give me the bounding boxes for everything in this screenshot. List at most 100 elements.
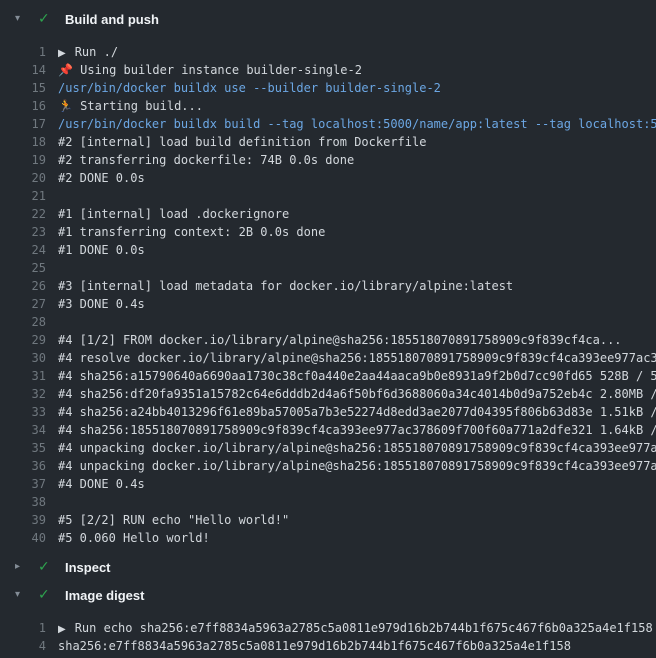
line-number[interactable]: 4 bbox=[0, 637, 46, 655]
line-number[interactable]: 35 bbox=[0, 439, 46, 457]
line-number[interactable]: 32 bbox=[0, 385, 46, 403]
line-number[interactable]: 18 bbox=[0, 133, 46, 151]
line-number[interactable]: 15 bbox=[0, 79, 46, 97]
log-line: 31 #4 sha256:a15790640a6690aa1730c38cf0a… bbox=[0, 367, 656, 385]
success-check-icon: ✓ bbox=[38, 12, 54, 26]
line-number[interactable]: 31 bbox=[0, 367, 46, 385]
line-text: Run ./ bbox=[75, 45, 118, 59]
log-line: 16 🏃 Starting build... bbox=[0, 97, 656, 115]
log-line: 26 #3 [internal] load metadata for docke… bbox=[0, 277, 656, 295]
line-text: ▶ Run ./ bbox=[46, 43, 118, 61]
line-text: #4 resolve docker.io/library/alpine@sha2… bbox=[46, 349, 656, 367]
line-number[interactable]: 39 bbox=[0, 511, 46, 529]
line-text: #3 DONE 0.4s bbox=[46, 295, 145, 313]
line-number[interactable]: 26 bbox=[0, 277, 46, 295]
line-number[interactable]: 33 bbox=[0, 403, 46, 421]
line-text: #4 [1/2] FROM docker.io/library/alpine@s… bbox=[46, 331, 622, 349]
line-number[interactable]: 37 bbox=[0, 475, 46, 493]
line-number[interactable]: 20 bbox=[0, 169, 46, 187]
log-line: 21 bbox=[0, 187, 656, 205]
line-text bbox=[46, 313, 58, 331]
line-text: #4 sha256:a24bb4013296f61e89ba57005a7b3e… bbox=[46, 403, 656, 421]
line-number[interactable]: 21 bbox=[0, 187, 46, 205]
line-text: #4 unpacking docker.io/library/alpine@sh… bbox=[46, 457, 656, 475]
line-number[interactable]: 38 bbox=[0, 493, 46, 511]
log-line: 37 #4 DONE 0.4s bbox=[0, 475, 656, 493]
line-text bbox=[46, 259, 58, 277]
section-title: Image digest bbox=[65, 588, 144, 603]
line-number[interactable]: 1 bbox=[0, 619, 46, 637]
section-body: 1 ▶ Run ./ 14 📌 Using builder instance bu… bbox=[0, 33, 656, 553]
line-number[interactable]: 29 bbox=[0, 331, 46, 349]
log-line: 39 #5 [2/2] RUN echo "Hello world!" bbox=[0, 511, 656, 529]
log-line: 15 /usr/bin/docker buildx use --builder … bbox=[0, 79, 656, 97]
line-text: #5 0.060 Hello world! bbox=[46, 529, 210, 547]
line-text bbox=[46, 493, 58, 511]
log-line: 17 /usr/bin/docker buildx build --tag lo… bbox=[0, 115, 656, 133]
line-text: ▶Run echo sha256:e7ff8834a5963a2785c5a08… bbox=[46, 619, 653, 637]
log-line: 40 #5 0.060 Hello world! bbox=[0, 529, 656, 547]
success-check-icon: ✓ bbox=[38, 560, 54, 574]
line-number[interactable]: 23 bbox=[0, 223, 46, 241]
log-line: 35 #4 unpacking docker.io/library/alpine… bbox=[0, 439, 656, 457]
run-group-toggle-icon[interactable]: ▶ bbox=[58, 621, 66, 637]
line-number[interactable]: 36 bbox=[0, 457, 46, 475]
section-header[interactable]: ▾ ✓ Image digest bbox=[0, 581, 656, 609]
log-line: 18 #2 [internal] load build definition f… bbox=[0, 133, 656, 151]
run-group-toggle-icon[interactable]: ▶ bbox=[58, 45, 66, 61]
line-text: #4 sha256:185518070891758909c9f839cf4ca3… bbox=[46, 421, 656, 439]
line-number[interactable]: 40 bbox=[0, 529, 46, 547]
line-number[interactable]: 27 bbox=[0, 295, 46, 313]
line-text: /usr/bin/docker buildx use --builder bui… bbox=[46, 79, 441, 97]
log-line: 14 📌 Using builder instance builder-sing… bbox=[0, 61, 656, 79]
log-section: ▾ ✓ Image digest 1 ▶Run echo sha256:e7ff… bbox=[0, 581, 656, 658]
disclosure-triangle-icon[interactable]: ▸ bbox=[15, 562, 29, 572]
log-line: 24 #1 DONE 0.0s bbox=[0, 241, 656, 259]
line-number[interactable]: 30 bbox=[0, 349, 46, 367]
line-number[interactable]: 34 bbox=[0, 421, 46, 439]
disclosure-triangle-icon[interactable]: ▾ bbox=[15, 14, 29, 24]
section-header[interactable]: ▾ ✓ Build and push bbox=[0, 5, 656, 33]
log-line: 30 #4 resolve docker.io/library/alpine@s… bbox=[0, 349, 656, 367]
line-number[interactable]: 22 bbox=[0, 205, 46, 223]
line-text: #4 unpacking docker.io/library/alpine@sh… bbox=[46, 439, 656, 457]
line-number[interactable]: 16 bbox=[0, 97, 46, 115]
log-line: 34 #4 sha256:185518070891758909c9f839cf4… bbox=[0, 421, 656, 439]
section-title: Build and push bbox=[65, 12, 159, 27]
log-section: ▾ ✓ Build and push 1 ▶ Run ./ 14 📌 Using … bbox=[0, 5, 656, 553]
log-line: 27 #3 DONE 0.4s bbox=[0, 295, 656, 313]
log-line: 1 ▶ Run ./ bbox=[0, 43, 656, 61]
log-line: 36 #4 unpacking docker.io/library/alpine… bbox=[0, 457, 656, 475]
workflow-log-viewer: ▾ ✓ Build and push 1 ▶ Run ./ 14 📌 Using … bbox=[0, 0, 656, 658]
line-number[interactable]: 1 bbox=[0, 43, 46, 61]
line-text: sha256:e7ff8834a5963a2785c5a0811e979d16b… bbox=[46, 637, 571, 655]
section-header[interactable]: ▸ ✓ Inspect bbox=[0, 553, 656, 581]
log-line: 22 #1 [internal] load .dockerignore bbox=[0, 205, 656, 223]
log-line: 38 bbox=[0, 493, 656, 511]
line-text bbox=[46, 187, 58, 205]
log-line: 32 #4 sha256:df20fa9351a15782c64e6dddb2d… bbox=[0, 385, 656, 403]
line-text: #4 sha256:a15790640a6690aa1730c38cf0a440… bbox=[46, 367, 656, 385]
line-number[interactable]: 19 bbox=[0, 151, 46, 169]
log-line: 20 #2 DONE 0.0s bbox=[0, 169, 656, 187]
line-text: #4 DONE 0.4s bbox=[46, 475, 145, 493]
log-line: 29 #4 [1/2] FROM docker.io/library/alpin… bbox=[0, 331, 656, 349]
line-text: #2 transferring dockerfile: 74B 0.0s don… bbox=[46, 151, 354, 169]
disclosure-triangle-icon[interactable]: ▾ bbox=[15, 590, 29, 600]
line-number[interactable]: 14 bbox=[0, 61, 46, 79]
line-text: #1 DONE 0.0s bbox=[46, 241, 145, 259]
line-number[interactable]: 25 bbox=[0, 259, 46, 277]
line-text: #1 [internal] load .dockerignore bbox=[46, 205, 289, 223]
line-number[interactable]: 24 bbox=[0, 241, 46, 259]
line-text: #5 [2/2] RUN echo "Hello world!" bbox=[46, 511, 289, 529]
log-line: 25 bbox=[0, 259, 656, 277]
line-number[interactable]: 28 bbox=[0, 313, 46, 331]
line-number[interactable]: 17 bbox=[0, 115, 46, 133]
line-text: /usr/bin/docker buildx build --tag local… bbox=[46, 115, 656, 133]
success-check-icon: ✓ bbox=[38, 588, 54, 602]
line-text: #3 [internal] load metadata for docker.i… bbox=[46, 277, 513, 295]
log-line: 33 #4 sha256:a24bb4013296f61e89ba57005a7… bbox=[0, 403, 656, 421]
log-line: 23 #1 transferring context: 2B 0.0s done bbox=[0, 223, 656, 241]
log-line: 28 bbox=[0, 313, 656, 331]
line-text: 🏃 Starting build... bbox=[46, 97, 203, 115]
